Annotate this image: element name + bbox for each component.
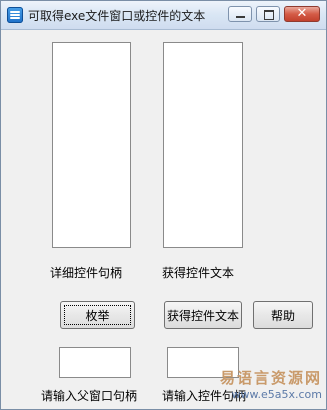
window-title: 可取得exe文件窗口或控件的文本 — [28, 9, 206, 23]
close-button[interactable]: ✕ — [284, 6, 320, 22]
control-text-list[interactable] — [163, 42, 243, 248]
main-window: 可取得exe文件窗口或控件的文本 ✕ 详细控件句柄 获得控件文本 枚举 获得控件… — [0, 0, 327, 410]
minimize-icon — [236, 16, 245, 18]
minimize-button[interactable] — [228, 6, 252, 22]
get-text-label: 获得控件文本 — [162, 266, 235, 280]
help-button[interactable]: 帮助 — [253, 301, 313, 329]
close-icon: ✕ — [296, 6, 308, 21]
app-icon[interactable] — [7, 7, 23, 23]
maximize-icon — [264, 10, 274, 20]
title-bar[interactable]: 可取得exe文件窗口或控件的文本 ✕ — [1, 1, 326, 30]
enter-parent-handle-label: 请输入父窗口句柄 — [41, 389, 138, 403]
watermark-url: www.e5a5x.com — [231, 388, 322, 401]
detail-handle-label: 详细控件句柄 — [50, 266, 123, 280]
get-text-button[interactable]: 获得控件文本 — [164, 301, 242, 329]
watermark: 易语言资源网 www.e5a5x.com — [200, 367, 322, 407]
maximize-button[interactable] — [256, 6, 280, 22]
parent-handle-input[interactable] — [59, 347, 131, 378]
enumerate-button[interactable]: 枚举 — [60, 301, 135, 329]
control-handle-list[interactable] — [52, 42, 131, 248]
watermark-chinese: 易语言资源网 — [219, 369, 322, 387]
